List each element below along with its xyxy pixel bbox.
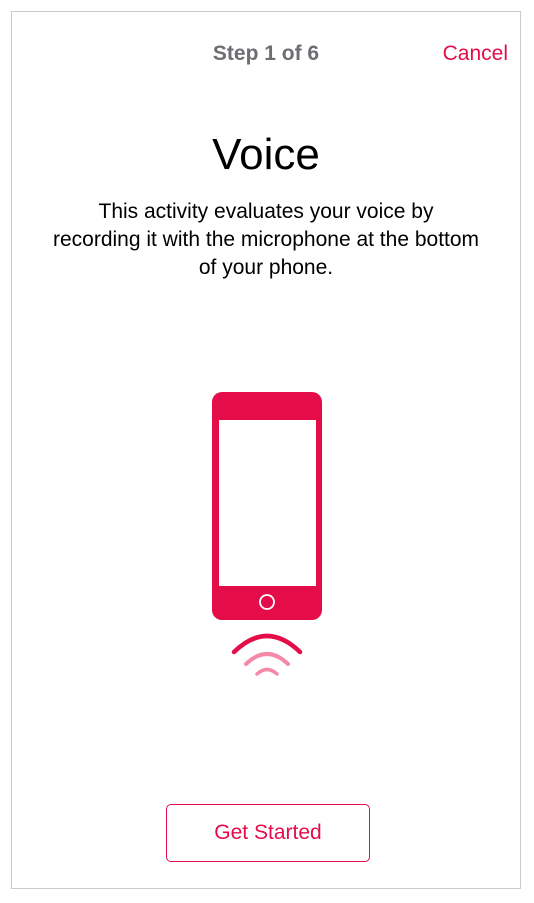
phone-icon xyxy=(212,392,322,620)
cancel-button[interactable]: Cancel xyxy=(443,42,508,66)
page-title: Voice xyxy=(212,130,320,179)
get-started-button[interactable]: Get Started xyxy=(166,804,370,862)
voice-intro-screen: Step 1 of 6 Cancel Voice This activity e… xyxy=(11,11,521,889)
sound-waves-icon xyxy=(231,633,303,676)
phone-microphone-illustration xyxy=(212,392,322,676)
page-description: This activity evaluates your voice by re… xyxy=(52,200,480,279)
